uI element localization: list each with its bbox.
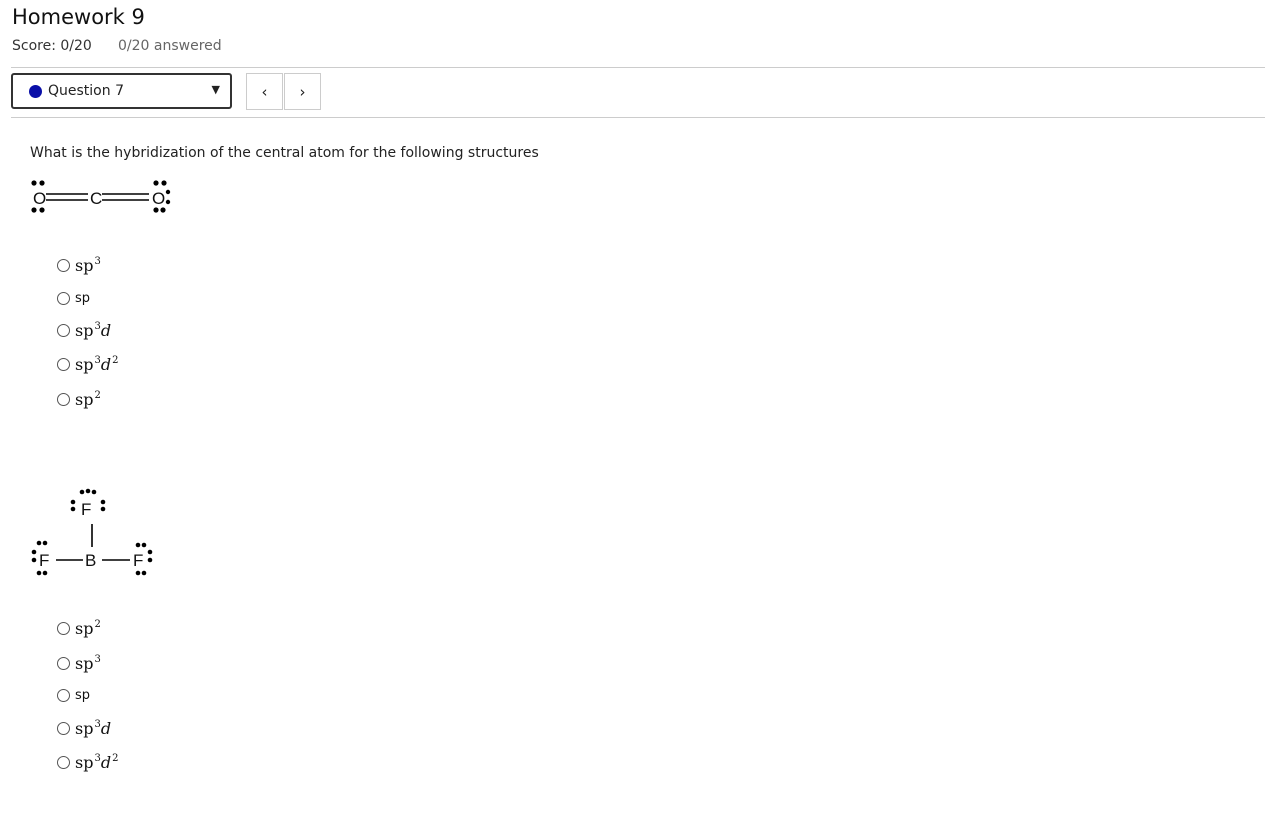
atom-label: O: [152, 189, 165, 208]
divider: [11, 117, 1265, 118]
radio-button[interactable]: [57, 323, 70, 337]
radio-button[interactable]: [57, 392, 70, 406]
status-dot-icon: [29, 85, 42, 98]
answered-count: 0/20 answered: [118, 38, 222, 54]
co2-lewis-structure: O C O: [31, 180, 171, 213]
radio-button[interactable]: [57, 258, 70, 272]
atom-label: F: [133, 551, 143, 570]
chevron-down-icon: ▼: [211, 83, 220, 96]
question-select-label: Question 7: [48, 83, 124, 99]
radio-button[interactable]: [57, 291, 70, 305]
option-label: sp: [75, 687, 91, 703]
question-prompt: What is the hybridization of the central…: [30, 145, 539, 161]
option-sp2[interactable]: sp2: [57, 388, 101, 410]
option-sp3[interactable]: sp3: [57, 652, 101, 674]
option-label: sp2: [75, 618, 101, 638]
next-question-button[interactable]: ›: [284, 73, 321, 110]
option-label: sp: [75, 290, 91, 306]
option-label: sp2: [75, 389, 101, 409]
atom-label: F: [81, 500, 91, 519]
atom-label: F: [39, 551, 49, 570]
option-sp2[interactable]: sp2: [57, 617, 101, 639]
radio-button[interactable]: [57, 621, 70, 635]
option-sp3[interactable]: sp3: [57, 254, 101, 276]
bf3-lewis-structure: F F B F: [31, 488, 153, 576]
radio-button[interactable]: [57, 755, 70, 769]
option-sp[interactable]: sp: [57, 684, 90, 706]
option-label: sp3: [75, 255, 101, 275]
option-label: sp3d: [75, 320, 112, 340]
divider: [11, 67, 1265, 68]
atom-label: C: [90, 189, 102, 208]
option-sp[interactable]: sp: [57, 287, 90, 309]
atom-label: O: [33, 189, 46, 208]
atom-label: B: [85, 551, 96, 570]
option-sp3d[interactable]: sp3d: [57, 717, 111, 739]
radio-button[interactable]: [57, 688, 70, 702]
page-title: Homework 9: [12, 5, 145, 29]
radio-button[interactable]: [57, 721, 70, 735]
previous-question-button[interactable]: ‹: [246, 73, 283, 110]
option-sp3d[interactable]: sp3d: [57, 319, 111, 341]
radio-button[interactable]: [57, 357, 70, 371]
radio-button[interactable]: [57, 656, 70, 670]
score-text: Score: 0/20: [12, 38, 92, 54]
option-sp3d2[interactable]: sp3d2: [57, 751, 118, 773]
option-label: sp3d2: [75, 354, 119, 374]
option-sp3d2[interactable]: sp3d2: [57, 353, 118, 375]
option-label: sp3d: [75, 718, 112, 738]
question-select[interactable]: Question 7 ▼: [11, 73, 232, 109]
option-label: sp3d2: [75, 752, 119, 772]
option-label: sp3: [75, 653, 101, 673]
